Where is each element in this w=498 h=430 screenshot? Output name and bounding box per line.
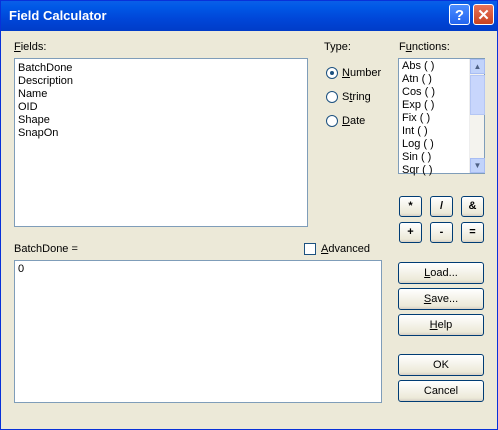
multiply-button[interactable]: *	[399, 196, 422, 217]
advanced-label[interactable]: Advanced	[321, 243, 370, 255]
type-label: Type:	[324, 41, 351, 53]
functions-label: Functions:	[399, 41, 450, 53]
window-title: Field Calculator	[9, 8, 107, 23]
type-number-label[interactable]: Number	[342, 67, 381, 79]
scroll-down-icon[interactable]: ▼	[470, 158, 485, 173]
list-item[interactable]: Description	[15, 75, 307, 88]
scroll-up-icon[interactable]: ▲	[470, 59, 485, 74]
title-bar[interactable]: Field Calculator ? ✕	[1, 1, 497, 31]
type-date-label[interactable]: Date	[342, 115, 365, 127]
functions-list[interactable]: Abs ( ) Atn ( ) Cos ( ) Exp ( ) Fix ( ) …	[398, 58, 485, 176]
functions-scrollbar[interactable]: ▲ ▼	[469, 59, 485, 173]
close-icon[interactable]: ✕	[473, 4, 494, 25]
type-string-radio[interactable]	[326, 91, 338, 103]
help-button[interactable]: Help	[398, 314, 484, 336]
type-date-radio[interactable]	[326, 115, 338, 127]
fields-list[interactable]: BatchDone Description Name OID Shape Sna…	[14, 58, 308, 227]
list-item[interactable]: Name	[15, 88, 307, 101]
type-string-label[interactable]: String	[342, 91, 371, 103]
save-button[interactable]: Save...	[398, 288, 484, 310]
expression-value: 0	[18, 263, 25, 275]
ok-button[interactable]: OK	[398, 354, 484, 376]
concat-button[interactable]: &	[461, 196, 484, 217]
type-number-radio[interactable]	[326, 67, 338, 79]
expression-textarea[interactable]: 0	[14, 260, 382, 403]
help-icon[interactable]: ?	[449, 4, 470, 25]
cancel-button[interactable]: Cancel	[398, 380, 484, 402]
equals-button[interactable]: =	[461, 222, 484, 243]
list-item[interactable]: BatchDone	[15, 62, 307, 75]
fields-label: Fields:	[14, 41, 47, 53]
list-item[interactable]: OID	[15, 101, 307, 114]
minus-button[interactable]: -	[430, 222, 453, 243]
list-item[interactable]: Shape	[15, 114, 307, 127]
field-calculator-dialog: Field Calculator ? ✕ Fields: BatchDone D…	[0, 0, 498, 430]
advanced-checkbox[interactable]	[304, 243, 316, 255]
plus-button[interactable]: +	[399, 222, 422, 243]
fields-label-rest: ields:	[20, 41, 47, 53]
list-item[interactable]: SnapOn	[15, 127, 307, 140]
scroll-thumb[interactable]	[470, 75, 485, 115]
expression-label: BatchDone =	[14, 243, 78, 255]
load-button[interactable]: Load...	[398, 262, 484, 284]
divide-button[interactable]: /	[430, 196, 453, 217]
